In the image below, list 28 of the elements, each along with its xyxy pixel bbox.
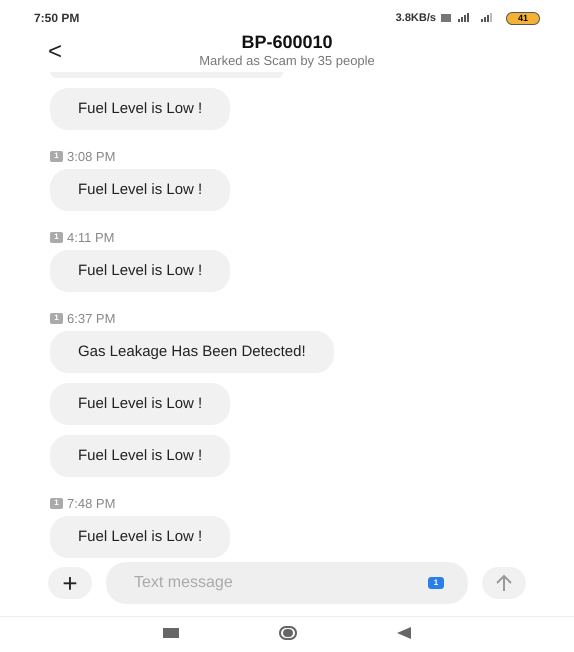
- message-bubble: Fuel Level is Low !: [50, 516, 230, 558]
- sim-icon: 1: [50, 232, 63, 242]
- sim-icon: 1: [50, 312, 63, 324]
- status-time: 7:50 PM: [34, 10, 80, 27]
- message-time: 6:37 PM: [67, 312, 116, 324]
- message-bubble: Fuel Level is Low !: [50, 250, 230, 292]
- message-time: 4:11 PM: [67, 230, 114, 244]
- message-bubble: Fuel Level is Low !: [50, 435, 230, 477]
- spam-notice: Marked as Scam by 35 people: [199, 53, 375, 70]
- sim-icon: 1: [50, 150, 63, 162]
- message-bubble: Fuel Level is Low !: [50, 383, 230, 425]
- network-speed: 3.8KB/s: [396, 10, 436, 26]
- message-time: 7:48 PM: [67, 496, 116, 510]
- battery-icon: 41: [506, 12, 540, 24]
- message-bubble: Fuel Level is Low !: [50, 88, 230, 130]
- back-nav-icon[interactable]: [397, 626, 411, 638]
- up-arrow-icon: [496, 574, 512, 592]
- sim-icon: 1: [50, 498, 63, 508]
- back-button[interactable]: <: [48, 34, 62, 70]
- contact-title: BP-600010: [241, 30, 333, 54]
- message-bubble: Fuel Level is Low !: [50, 169, 230, 211]
- send-button[interactable]: [482, 567, 526, 599]
- sim-selector-icon[interactable]: 1: [428, 577, 444, 589]
- recents-icon[interactable]: [163, 628, 179, 638]
- message-time: 3:08 PM: [67, 150, 116, 162]
- message-bubble: Gas Leakage Has Been Detected!: [50, 331, 334, 373]
- home-icon[interactable]: [279, 626, 297, 640]
- add-button[interactable]: +: [48, 567, 92, 599]
